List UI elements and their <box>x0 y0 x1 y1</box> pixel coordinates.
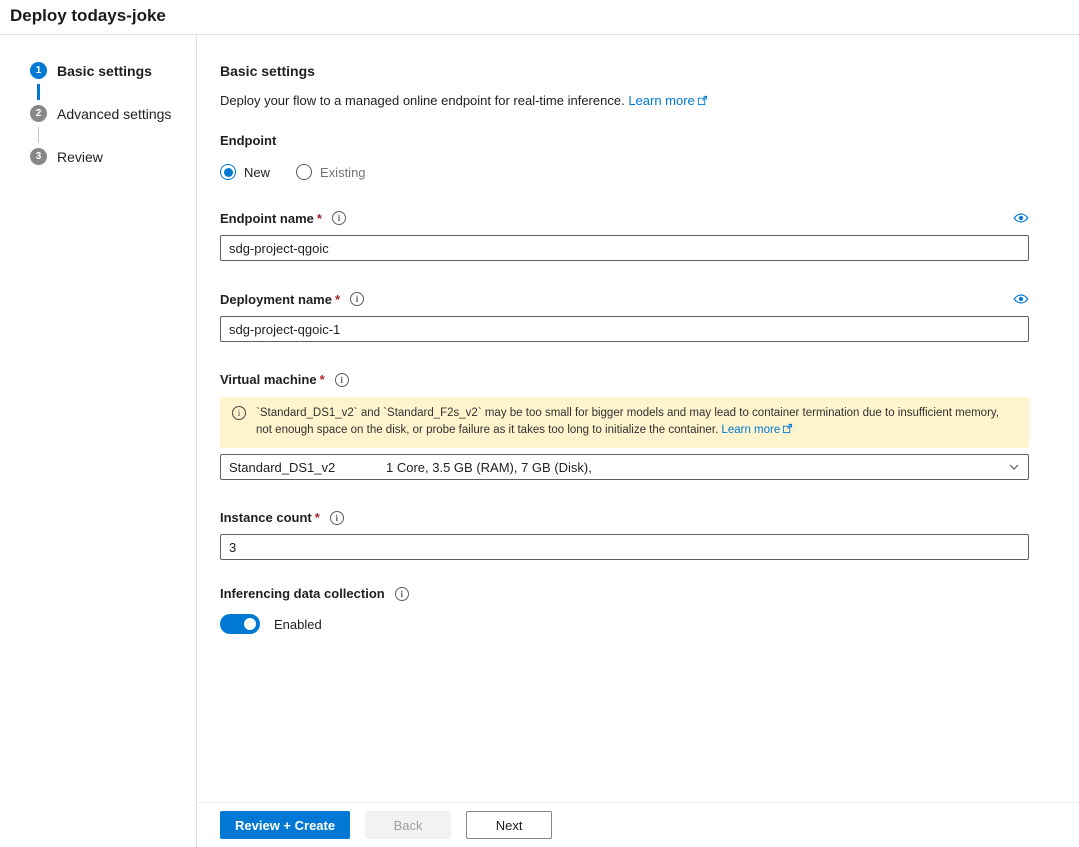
footer-bar: Review + Create Back Next <box>197 802 1079 847</box>
deployment-name-field: Deployment name * i <box>220 291 1029 342</box>
required-mark: * <box>314 510 320 525</box>
wizard-step-advanced-settings[interactable]: 2 Advanced settings <box>30 105 196 122</box>
step-number-badge: 2 <box>30 105 47 122</box>
step-label: Review <box>57 148 103 165</box>
data-collection-label: Inferencing data collection <box>220 586 385 601</box>
required-mark: * <box>316 210 322 226</box>
vm-size-dropdown[interactable]: Standard_DS1_v2 1 Core, 3.5 GB (RAM), 7 … <box>220 454 1029 480</box>
description-text: Deploy your flow to a managed online end… <box>220 93 1029 109</box>
data-collection-field: Inferencing data collection i Enabled <box>220 586 1029 634</box>
chevron-down-icon <box>1008 461 1020 473</box>
vm-size-name: Standard_DS1_v2 <box>229 459 336 475</box>
instance-count-label-row: Instance count * i <box>220 510 344 525</box>
eye-icon[interactable] <box>1013 291 1029 307</box>
back-button[interactable]: Back <box>365 811 452 839</box>
info-icon[interactable]: i <box>331 211 346 225</box>
radio-label: Existing <box>320 164 366 180</box>
deployment-name-label-row: Deployment name * i <box>220 291 365 307</box>
info-icon[interactable]: i <box>329 510 344 525</box>
learn-more-link[interactable]: Learn more <box>628 93 707 108</box>
vm-warning-banner: i `Standard_DS1_v2` and `Standard_F2s_v2… <box>220 397 1029 448</box>
learn-more-label: Learn more <box>628 93 695 108</box>
step-connector <box>38 127 39 143</box>
wizard-sidebar: 1 Basic settings 2 Advanced settings 3 R… <box>0 35 197 847</box>
info-icon[interactable]: i <box>394 586 409 601</box>
step-connector <box>37 84 40 100</box>
endpoint-radio-group: New Existing <box>220 164 1029 180</box>
description-body: Deploy your flow to a managed online end… <box>220 93 625 108</box>
vm-warning-learn-more-link[interactable]: Learn more <box>721 423 793 436</box>
radio-option-existing[interactable]: Existing <box>296 164 366 180</box>
required-mark: * <box>334 291 341 307</box>
endpoint-name-input[interactable] <box>220 235 1029 261</box>
toggle-state-label: Enabled <box>274 616 322 632</box>
page-header: Deploy todays-joke <box>0 0 1079 35</box>
page-title: Deploy todays-joke <box>10 6 166 25</box>
endpoint-group-label: Endpoint <box>220 133 277 148</box>
virtual-machine-label: Virtual machine <box>220 372 317 387</box>
vm-warning-learn-more-label: Learn more <box>721 424 781 436</box>
toggle-knob <box>244 618 256 630</box>
virtual-machine-field: Virtual machine * i i `Standard_DS1_v2` … <box>220 372 1029 480</box>
vm-warning-text: `Standard_DS1_v2` and `Standard_F2s_v2` … <box>256 405 1017 440</box>
wizard-step-basic-settings[interactable]: 1 Basic settings <box>30 62 196 79</box>
radio-unselected-icon[interactable] <box>296 164 313 180</box>
vm-size-specs: 1 Core, 3.5 GB (RAM), 7 GB (Disk), <box>386 459 592 475</box>
section-heading: Basic settings <box>220 63 315 79</box>
info-icon[interactable]: i <box>350 292 365 306</box>
radio-selected-icon[interactable] <box>220 164 236 180</box>
next-button[interactable]: Next <box>466 811 553 839</box>
step-label: Advanced settings <box>57 105 172 122</box>
endpoint-name-label-row: Endpoint name * i <box>220 211 346 226</box>
external-link-icon <box>782 423 793 440</box>
radio-option-new[interactable]: New <box>220 164 270 180</box>
instance-count-input[interactable] <box>220 534 1029 560</box>
deployment-name-input[interactable] <box>220 316 1029 342</box>
wizard-step-review[interactable]: 3 Review <box>30 148 196 165</box>
instance-count-field: Instance count * i <box>220 510 1029 560</box>
data-collection-toggle[interactable] <box>220 614 260 634</box>
step-number-badge: 1 <box>30 62 47 79</box>
step-label: Basic settings <box>57 62 152 79</box>
step-number-badge: 3 <box>30 148 47 165</box>
data-collection-label-row: Inferencing data collection i <box>220 586 409 601</box>
main-panel: Basic settings Deploy your flow to a man… <box>197 35 1079 847</box>
vm-warning-body: `Standard_DS1_v2` and `Standard_F2s_v2` … <box>256 407 999 436</box>
eye-icon[interactable] <box>1013 210 1029 226</box>
endpoint-name-label: Endpoint name <box>220 210 314 226</box>
info-icon[interactable]: i <box>334 372 349 387</box>
external-link-icon <box>697 94 708 109</box>
radio-label: New <box>244 164 271 180</box>
deployment-name-label: Deployment name <box>220 291 332 307</box>
content: 1 Basic settings 2 Advanced settings 3 R… <box>0 35 1079 847</box>
instance-count-label: Instance count <box>220 510 312 525</box>
virtual-machine-label-row: Virtual machine * i <box>220 372 349 387</box>
info-icon: i <box>232 406 246 420</box>
endpoint-name-field: Endpoint name * i <box>220 210 1029 261</box>
review-create-button[interactable]: Review + Create <box>220 811 351 839</box>
required-mark: * <box>319 372 325 387</box>
